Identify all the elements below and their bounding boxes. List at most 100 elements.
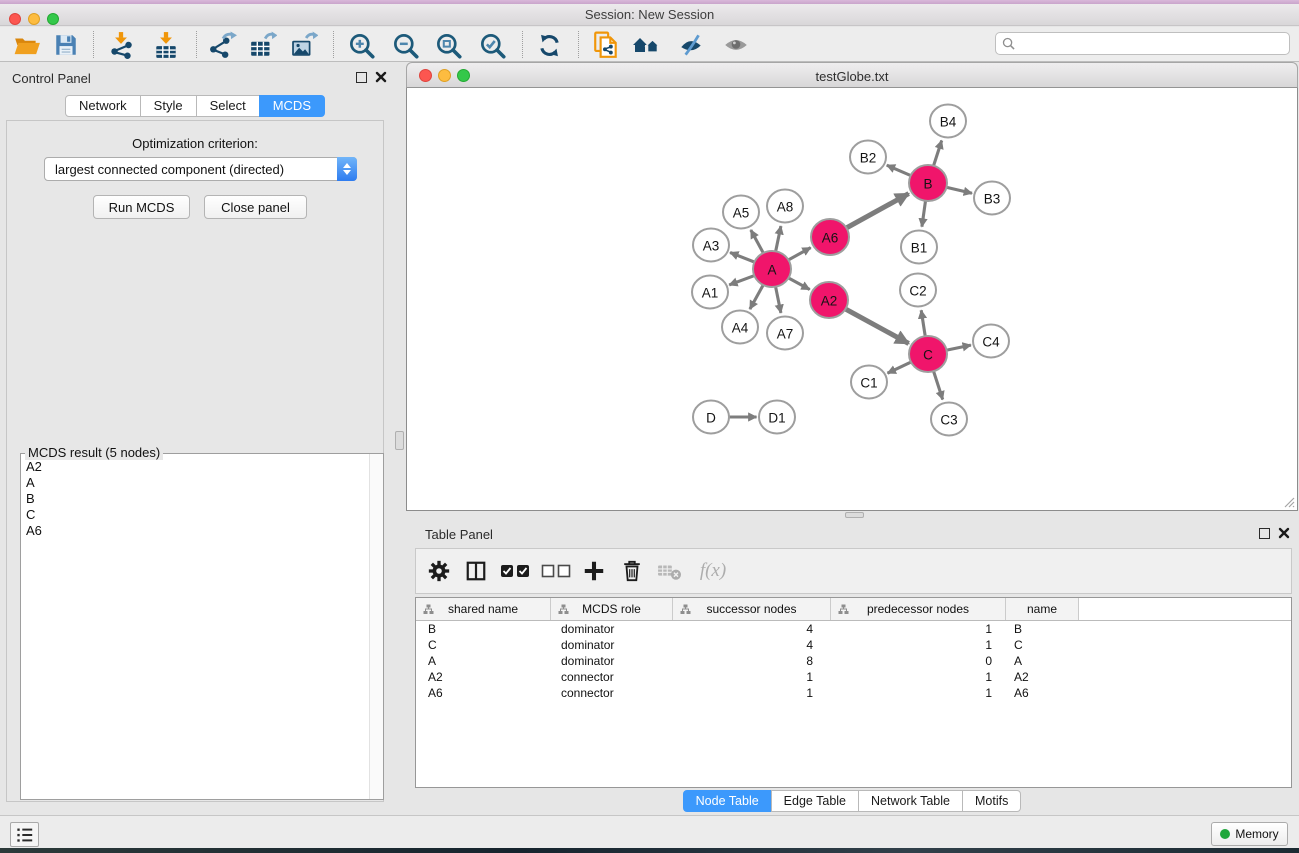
column-header-MCDS-role[interactable]: MCDS role xyxy=(551,598,673,620)
network-canvas[interactable]: B4B2BB3A8A5A6A3B1AC2A1A2A4A7C4CC1C3DD1 xyxy=(407,88,1297,509)
graph-node-B2[interactable]: B2 xyxy=(850,141,886,174)
table-cell[interactable]: C xyxy=(1006,638,1079,652)
table-cell[interactable]: 4 xyxy=(673,622,831,636)
export-network-icon[interactable] xyxy=(208,30,238,60)
table-cell[interactable]: 1 xyxy=(673,670,831,684)
graph-node-A7[interactable]: A7 xyxy=(767,317,803,350)
column-header-successor-nodes[interactable]: successor nodes xyxy=(673,598,831,620)
zoom-window-button[interactable] xyxy=(47,13,59,25)
tab-select[interactable]: Select xyxy=(196,95,260,117)
tab-node-table[interactable]: Node Table xyxy=(683,790,772,812)
show-column-panel-icon[interactable] xyxy=(461,556,491,586)
zoom-fit-icon[interactable] xyxy=(433,30,463,60)
settings-icon[interactable] xyxy=(424,556,454,586)
float-panel-icon[interactable] xyxy=(356,72,367,83)
memory-button[interactable]: Memory xyxy=(1211,822,1288,846)
search-input[interactable] xyxy=(1015,34,1289,53)
minimize-window-button[interactable] xyxy=(28,13,40,25)
mcds-result-item[interactable]: C xyxy=(22,507,368,523)
graph-node-A3[interactable]: A3 xyxy=(693,229,729,262)
graph-node-A5[interactable]: A5 xyxy=(723,196,759,229)
float-panel-icon[interactable] xyxy=(1259,528,1270,539)
table-cell[interactable]: A xyxy=(416,654,551,668)
export-table-icon[interactable] xyxy=(248,30,278,60)
table-cell[interactable]: 1 xyxy=(673,686,831,700)
graph-node-C1[interactable]: C1 xyxy=(851,366,887,399)
vertical-splitter-handle[interactable] xyxy=(395,431,404,450)
optimization-criterion-dropdown[interactable]: largest connected component (directed) xyxy=(44,157,357,181)
graphics-details-icon[interactable] xyxy=(632,30,662,60)
graph-node-D1[interactable]: D1 xyxy=(759,401,795,434)
graph-node-C4[interactable]: C4 xyxy=(973,325,1009,358)
table-cell[interactable]: connector xyxy=(551,670,673,684)
mcds-result-item[interactable]: A2 xyxy=(22,459,368,475)
tab-network[interactable]: Network xyxy=(65,95,141,117)
table-cell[interactable]: 1 xyxy=(831,670,1006,684)
run-mcds-button[interactable]: Run MCDS xyxy=(93,195,190,219)
graph-node-D[interactable]: D xyxy=(693,401,729,434)
table-cell[interactable]: A6 xyxy=(1006,686,1079,700)
graph-node-A[interactable]: A xyxy=(753,251,791,287)
column-header-predecessor-nodes[interactable]: predecessor nodes xyxy=(831,598,1006,620)
column-header-shared-name[interactable]: shared name xyxy=(416,598,551,620)
graph-node-B1[interactable]: B1 xyxy=(901,231,937,264)
table-cell[interactable]: dominator xyxy=(551,654,673,668)
table-row[interactable]: A2connector11A2 xyxy=(416,669,1291,685)
table-cell[interactable]: 1 xyxy=(831,638,1006,652)
table-cell[interactable]: B xyxy=(1006,622,1079,636)
open-file-icon[interactable] xyxy=(12,30,42,60)
table-cell[interactable]: A6 xyxy=(416,686,551,700)
graph-node-B[interactable]: B xyxy=(909,165,947,201)
tab-style[interactable]: Style xyxy=(140,95,197,117)
tab-motifs[interactable]: Motifs xyxy=(962,790,1021,812)
zoom-in-icon[interactable] xyxy=(346,30,376,60)
graph-node-A6[interactable]: A6 xyxy=(811,219,849,255)
mcds-result-scrollbar[interactable] xyxy=(369,454,383,799)
network-window-titlebar[interactable]: testGlobe.txt xyxy=(406,62,1298,88)
close-panel-icon[interactable] xyxy=(375,71,387,83)
graph-node-A4[interactable]: A4 xyxy=(722,311,758,344)
table-cell[interactable]: A xyxy=(1006,654,1079,668)
mcds-result-item[interactable]: A xyxy=(22,475,368,491)
table-row[interactable]: Bdominator41B xyxy=(416,621,1291,637)
task-history-button[interactable] xyxy=(10,822,39,847)
column-header-name[interactable]: name xyxy=(1006,598,1079,620)
table-row[interactable]: A6connector11A6 xyxy=(416,685,1291,701)
tab-network-table[interactable]: Network Table xyxy=(858,790,963,812)
table-cell[interactable]: A2 xyxy=(416,670,551,684)
table-cell[interactable]: 8 xyxy=(673,654,831,668)
import-network-icon[interactable] xyxy=(106,30,136,60)
select-all-columns-icon[interactable] xyxy=(498,556,532,586)
unselect-all-columns-icon[interactable] xyxy=(539,556,573,586)
add-column-icon[interactable] xyxy=(579,556,609,586)
table-row[interactable]: Cdominator41C xyxy=(416,637,1291,653)
table-cell[interactable]: 1 xyxy=(831,622,1006,636)
table-cell[interactable]: 0 xyxy=(831,654,1006,668)
window-resize-grip[interactable] xyxy=(1281,494,1295,508)
table-cell[interactable]: 4 xyxy=(673,638,831,652)
graph-node-A2[interactable]: A2 xyxy=(810,282,848,318)
table-cell[interactable]: A2 xyxy=(1006,670,1079,684)
graph-node-C3[interactable]: C3 xyxy=(931,403,967,436)
tab-edge-table[interactable]: Edge Table xyxy=(771,790,859,812)
delete-columns-icon[interactable] xyxy=(617,556,647,586)
graph-node-C2[interactable]: C2 xyxy=(900,274,936,307)
clone-network-icon[interactable] xyxy=(591,30,621,60)
table-cell[interactable]: B xyxy=(416,622,551,636)
close-window-button[interactable] xyxy=(9,13,21,25)
graph-node-B4[interactable]: B4 xyxy=(930,105,966,138)
mcds-result-list[interactable]: A2ABCA6 xyxy=(22,459,368,798)
mcds-result-item[interactable]: B xyxy=(22,491,368,507)
mcds-result-item[interactable]: A6 xyxy=(22,523,368,539)
import-table-icon[interactable] xyxy=(151,30,181,60)
graph-node-B3[interactable]: B3 xyxy=(974,182,1010,215)
table-cell[interactable]: dominator xyxy=(551,622,673,636)
graph-node-A1[interactable]: A1 xyxy=(692,276,728,309)
hide-graphics-details-icon[interactable] xyxy=(676,30,706,60)
save-session-icon[interactable] xyxy=(51,30,81,60)
table-cell[interactable]: C xyxy=(416,638,551,652)
table-row[interactable]: Adominator80A xyxy=(416,653,1291,669)
refresh-layout-icon[interactable] xyxy=(534,30,564,60)
zoom-selected-icon[interactable] xyxy=(477,30,507,60)
birds-eye-view-icon[interactable] xyxy=(721,30,751,60)
